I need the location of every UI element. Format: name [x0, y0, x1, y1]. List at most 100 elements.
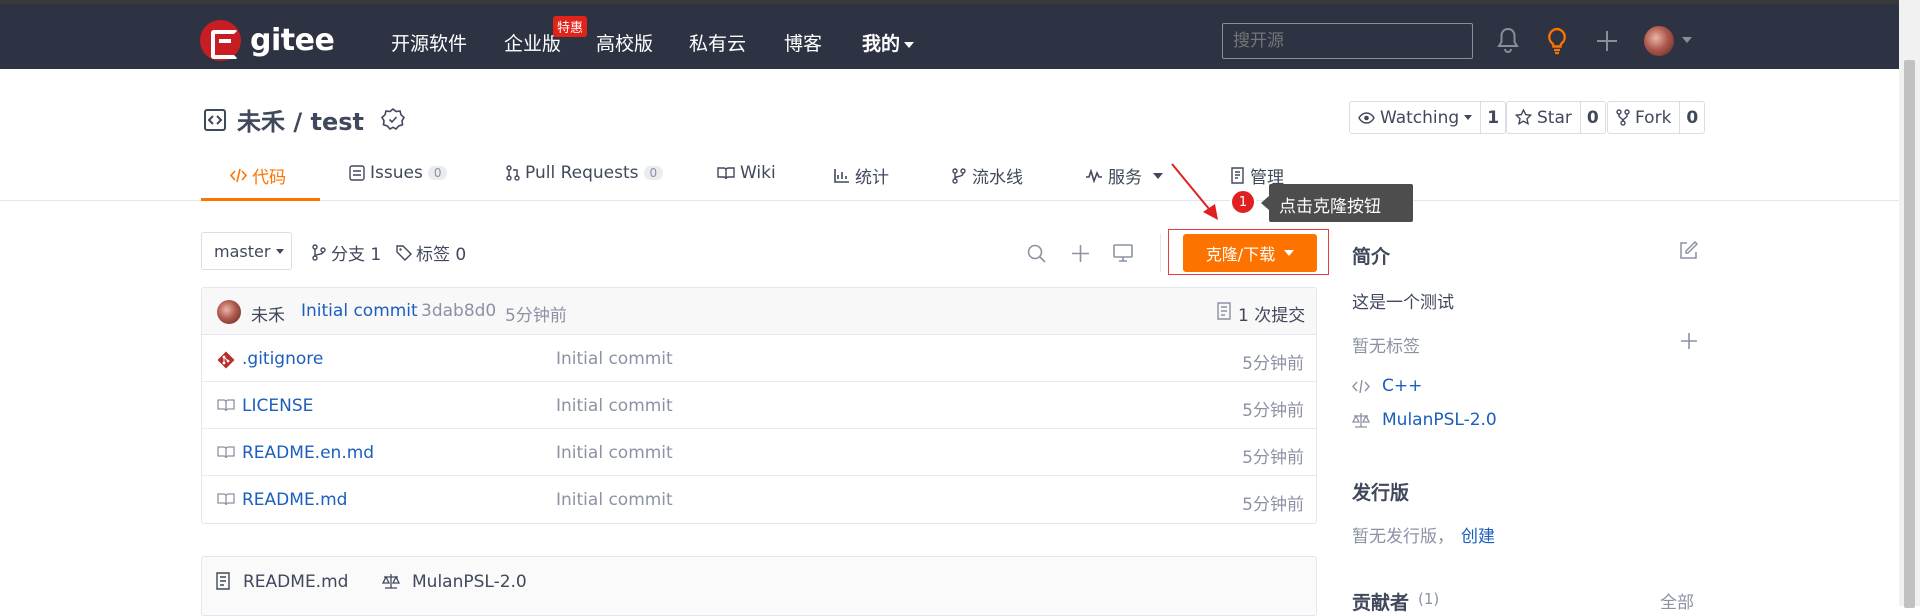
nav-mine[interactable]: 我的 [862, 29, 915, 56]
watch-count[interactable]: 1 [1480, 102, 1505, 133]
tags-link[interactable]: 标签 0 [396, 240, 466, 265]
plus-icon[interactable] [1595, 29, 1619, 53]
nav-university[interactable]: 高校版 [596, 29, 653, 56]
search-files-icon[interactable] [1027, 244, 1046, 263]
branch-select[interactable]: master [201, 232, 292, 270]
pr-count-badge: 0 [643, 166, 664, 180]
tooltip-clone-hint: 点击克隆按钮 [1261, 184, 1413, 222]
nav-private-cloud[interactable]: 私有云 [689, 29, 746, 56]
gitee-logo[interactable]: gitee [200, 20, 335, 61]
commit-author-avatar[interactable] [217, 300, 241, 324]
commit-count-link[interactable]: 1 次提交 [1238, 301, 1305, 326]
releases-title: 发行版 [1352, 482, 1410, 504]
tab-stats[interactable]: 统计 [834, 163, 889, 188]
repo-name-link[interactable]: test [310, 108, 364, 136]
fork-button-group[interactable]: Fork 0 [1607, 101, 1706, 134]
readme-license-tab[interactable]: MulanPSL-2.0 [412, 572, 527, 592]
user-avatar[interactable] [1644, 26, 1674, 56]
gitee-logo-icon [200, 20, 241, 61]
readme-tab[interactable]: README.md [243, 572, 348, 592]
file-name[interactable]: README.en.md [242, 443, 374, 463]
pipeline-icon [952, 167, 966, 184]
file-row[interactable]: README.en.md Initial commit 5分钟前 [202, 429, 1316, 476]
file-commit-message[interactable]: Initial commit [556, 396, 673, 416]
tab-code-label: 代码 [252, 168, 286, 188]
issues-count-badge: 0 [427, 166, 448, 180]
search-input[interactable] [1222, 23, 1473, 59]
issues-icon [349, 165, 365, 181]
star-count[interactable]: 0 [1579, 102, 1605, 133]
scrollbar-thumb[interactable] [1904, 60, 1915, 608]
file-row[interactable]: .gitignore Initial commit 5分钟前 [202, 335, 1316, 382]
clone-download-button[interactable]: 克隆/下载 [1183, 234, 1317, 272]
file-icon [217, 493, 235, 506]
latest-commit-bar: 未禾 Initial commit 3dab8d0 5分钟前 1 次提交 [202, 288, 1316, 335]
web-ide-icon[interactable] [1113, 244, 1133, 262]
tab-wiki[interactable]: Wiki [717, 163, 776, 183]
branches-label: 分支 1 [331, 245, 382, 265]
file-name[interactable]: LICENSE [242, 396, 313, 416]
file-list: 未禾 Initial commit 3dab8d0 5分钟前 1 次提交 .gi… [201, 287, 1317, 524]
tab-pull-requests-label: Pull Requests [525, 163, 639, 183]
avatar-chevron-down-icon[interactable] [1682, 37, 1692, 43]
commit-hash[interactable]: 3dab8d0 [421, 301, 496, 321]
lightbulb-icon[interactable] [1545, 26, 1569, 56]
file-name[interactable]: README.md [242, 490, 347, 510]
file-commit-message[interactable]: Initial commit [556, 443, 673, 463]
file-commit-message[interactable]: Initial commit [556, 490, 673, 510]
commits-icon [1217, 302, 1231, 320]
chevron-down-icon [904, 41, 915, 48]
top-navbar: gitee 开源软件 企业版 高校版 私有云 博客 我的 特惠 [0, 0, 1920, 69]
star-button[interactable]: Star [1507, 102, 1580, 133]
tab-wiki-label: Wiki [740, 163, 776, 183]
fork-count[interactable]: 0 [1679, 102, 1704, 133]
nav-open-source[interactable]: 开源软件 [391, 29, 467, 56]
file-icon [217, 446, 235, 459]
fork-button[interactable]: Fork [1608, 102, 1679, 133]
page-scrollbar[interactable] [1899, 0, 1920, 608]
tab-pipeline-label: 流水线 [972, 168, 1023, 188]
watch-button-group[interactable]: Watching 1 [1349, 101, 1507, 134]
bell-icon[interactable] [1496, 26, 1520, 54]
window-edge [0, 0, 1920, 4]
tab-issues[interactable]: Issues 0 [349, 163, 448, 183]
tab-code[interactable]: 代码 [230, 163, 286, 188]
tooltip-step-badge: 1 [1230, 189, 1256, 215]
edit-icon[interactable] [1679, 241, 1698, 260]
file-time: 5分钟前 [1242, 354, 1304, 374]
watch-button[interactable]: Watching [1350, 102, 1480, 133]
branch-icon [312, 244, 326, 261]
toolbar-divider [1160, 234, 1161, 272]
file-row[interactable]: LICENSE Initial commit 5分钟前 [202, 382, 1316, 429]
file-icon [217, 399, 235, 412]
tab-stats-label: 统计 [855, 168, 889, 188]
tab-pipeline[interactable]: 流水线 [951, 163, 1023, 188]
file-name[interactable]: .gitignore [242, 349, 323, 369]
tab-services[interactable]: 服务 [1085, 163, 1163, 188]
badge-icon[interactable] [381, 107, 405, 133]
all-contributors-link[interactable]: 全部 [1660, 588, 1694, 613]
intro-title: 简介 [1352, 246, 1391, 268]
logo-text: gitee [250, 23, 335, 58]
repo-owner-link[interactable]: 未禾 [237, 108, 285, 136]
file-commit-message[interactable]: Initial commit [556, 349, 673, 369]
star-button-group[interactable]: Star 0 [1506, 101, 1606, 134]
add-file-icon[interactable] [1071, 244, 1090, 263]
commit-message[interactable]: Initial commit [301, 301, 418, 321]
tab-pull-requests[interactable]: Pull Requests 0 [506, 163, 664, 183]
star-icon [1515, 109, 1532, 126]
nav-blog[interactable]: 博客 [784, 29, 822, 56]
star-label: Star [1537, 107, 1572, 128]
add-tag-icon[interactable] [1680, 332, 1698, 350]
readme-file-icon [216, 572, 230, 590]
branch-select-value: master [214, 241, 271, 261]
create-release-link[interactable]: 创建 [1461, 522, 1495, 547]
language-link[interactable]: C++ [1382, 376, 1422, 396]
branches-link[interactable]: 分支 1 [311, 240, 381, 265]
commit-author[interactable]: 未禾 [251, 301, 285, 326]
repo-separator: / [293, 108, 303, 136]
no-tags-text: 暂无标签 [1352, 337, 1420, 357]
license-link[interactable]: MulanPSL-2.0 [1382, 410, 1497, 430]
contributors-count: (1) [1418, 590, 1440, 608]
file-row[interactable]: README.md Initial commit 5分钟前 [202, 476, 1316, 523]
